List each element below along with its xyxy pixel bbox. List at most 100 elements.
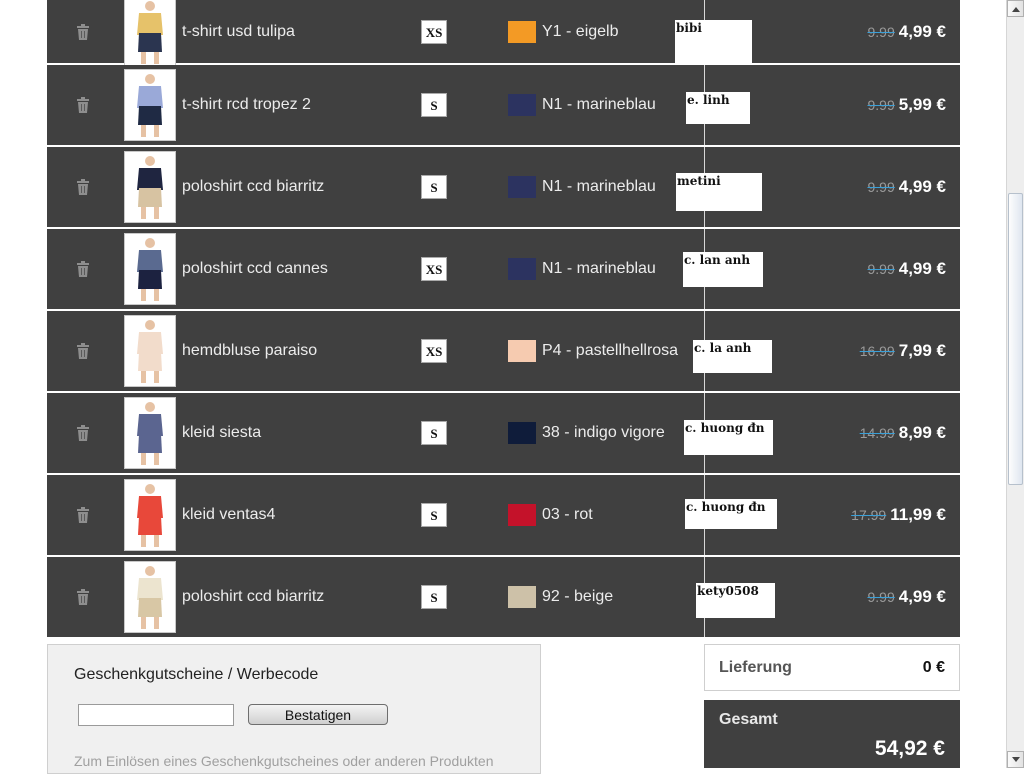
trash-icon[interactable]	[76, 589, 90, 605]
arrow-up-icon	[1012, 7, 1020, 12]
scroll-thumb[interactable]	[1008, 193, 1023, 485]
sale-price: 4,99 €	[898, 177, 946, 196]
cart-row: kleid siesta S 38 - indigo vigore c. huong …	[47, 393, 960, 475]
size-badge[interactable]: XS	[421, 339, 447, 363]
color-name: 92 - beige	[542, 588, 614, 605]
product-name[interactable]: poloshirt ccd biarritz	[182, 178, 324, 196]
sale-price: 4,99 €	[898, 21, 946, 41]
cart-row: poloshirt ccd cannes XS N1 - marineblau c. …	[47, 229, 960, 311]
trash-icon[interactable]	[76, 343, 90, 359]
price-cell: 9.99 5,99 €	[867, 95, 946, 115]
buyer-note-label: c. huong đn	[684, 420, 773, 455]
color-swatch	[508, 20, 536, 43]
size-badge[interactable]: XS	[421, 19, 447, 44]
cart-row: t-shirt usd tulipa XS Y1 - eigelb bibi 9.99 4…	[47, 0, 960, 68]
product-image[interactable]	[124, 561, 176, 633]
confirm-voucher-button[interactable]: Bestatigen	[248, 704, 388, 725]
product-image[interactable]	[124, 0, 176, 68]
trash-icon[interactable]	[76, 261, 90, 277]
price-cell: 17.99 11,99 €	[851, 505, 946, 525]
price-cell: 14.99 8,99 €	[860, 423, 946, 443]
trash-icon[interactable]	[76, 425, 90, 441]
old-price: 17.99	[851, 507, 887, 523]
sale-price: 7,99 €	[898, 341, 946, 360]
buyer-note-label: c. huong đn	[685, 499, 777, 529]
product-image[interactable]	[124, 315, 176, 387]
trash-icon[interactable]	[76, 507, 90, 523]
product-image[interactable]	[124, 397, 176, 469]
total-label: Gesamt	[719, 711, 778, 728]
color-swatch	[508, 586, 536, 608]
product-name[interactable]: poloshirt ccd cannes	[182, 260, 328, 278]
arrow-down-icon	[1012, 757, 1020, 762]
color-name: N1 - marineblau	[542, 96, 656, 113]
trash-icon[interactable]	[76, 179, 90, 195]
voucher-hint: Zum Einlösen eines Geschenkgutscheines o…	[74, 753, 494, 769]
buyer-note-label: metini	[676, 173, 762, 211]
color-swatch	[508, 94, 536, 116]
old-price: 9.99	[867, 179, 895, 195]
cart-row: poloshirt ccd biarritz S 92 - beige kety050…	[47, 557, 960, 639]
voucher-panel: Geschenkgutscheine / Werbecode Bestatige…	[47, 644, 541, 774]
sale-price: 4,99 €	[898, 259, 946, 278]
color-swatch	[508, 340, 536, 362]
old-price: 9.99	[867, 589, 895, 605]
price-cell: 9.99 4,99 €	[867, 259, 946, 279]
product-name[interactable]: kleid ventas4	[182, 506, 275, 524]
old-price: 16.99	[859, 343, 895, 359]
price-cell: 9.99 4,99 €	[867, 177, 946, 197]
buyer-note-label: bibi	[675, 20, 752, 64]
product-image[interactable]	[124, 233, 176, 305]
product-image[interactable]	[124, 69, 176, 141]
delivery-box: Lieferung 0 €	[704, 644, 960, 691]
total-box: Gesamt 54,92 €	[704, 700, 960, 768]
color-name: 38 - indigo vigore	[542, 424, 665, 441]
sale-price: 8,99 €	[898, 423, 946, 442]
old-price: 14.99	[859, 425, 895, 441]
buyer-note-label: kety0508	[696, 583, 775, 618]
voucher-code-input[interactable]	[78, 704, 234, 726]
buyer-note-label: c. la anh	[693, 340, 772, 373]
product-image[interactable]	[124, 151, 176, 223]
color-swatch	[508, 504, 536, 526]
old-price: 9.99	[867, 97, 895, 113]
color-swatch	[508, 422, 536, 444]
size-badge[interactable]: S	[421, 175, 447, 199]
product-name[interactable]: kleid siesta	[182, 424, 261, 442]
size-badge[interactable]: S	[421, 585, 447, 609]
size-badge[interactable]: S	[421, 93, 447, 117]
color-name: Y1 - eigelb	[542, 22, 619, 40]
cart-row: kleid ventas4 S 03 - rot c. huong đn 17.99 11…	[47, 475, 960, 557]
product-image[interactable]	[124, 479, 176, 551]
buyer-note-label: e. linh	[686, 92, 750, 124]
voucher-title: Geschenkgutscheine / Werbecode	[74, 666, 319, 683]
size-badge[interactable]: XS	[421, 257, 447, 281]
product-name[interactable]: poloshirt ccd biarritz	[182, 588, 324, 606]
price-cell: 16.99 7,99 €	[860, 341, 946, 361]
product-name[interactable]: t-shirt usd tulipa	[182, 23, 295, 41]
total-value: 54,92 €	[874, 737, 945, 760]
color-name: 03 - rot	[542, 506, 593, 523]
cart-row: poloshirt ccd biarritz S N1 - marineblau me…	[47, 147, 960, 229]
old-price: 9.99	[867, 23, 895, 40]
color-swatch	[508, 176, 536, 198]
cart-row: hemdbluse paraiso XS P4 - pastellhellrosa c…	[47, 311, 960, 393]
color-swatch	[508, 258, 536, 280]
delivery-label: Lieferung	[719, 659, 792, 676]
product-name[interactable]: hemdbluse paraiso	[182, 342, 317, 360]
color-name: P4 - pastellhellrosa	[542, 342, 679, 359]
trash-icon[interactable]	[76, 97, 90, 113]
size-badge[interactable]: S	[421, 421, 447, 445]
trash-icon[interactable]	[76, 23, 90, 40]
sale-price: 5,99 €	[898, 95, 946, 114]
cart-row: t-shirt rcd tropez 2 S N1 - marineblau e. l…	[47, 65, 960, 147]
price-cell: 9.99 4,99 €	[867, 587, 946, 607]
sale-price: 4,99 €	[898, 587, 946, 606]
page-scrollbar[interactable]	[1006, 0, 1024, 768]
product-name[interactable]: t-shirt rcd tropez 2	[182, 96, 311, 114]
scroll-down-button[interactable]	[1007, 751, 1024, 768]
cart-table: t-shirt usd tulipa XS Y1 - eigelb bibi 9.99 4…	[47, 0, 960, 639]
size-badge[interactable]: S	[421, 503, 447, 527]
sale-price: 11,99 €	[890, 505, 946, 524]
scroll-up-button[interactable]	[1007, 0, 1024, 17]
